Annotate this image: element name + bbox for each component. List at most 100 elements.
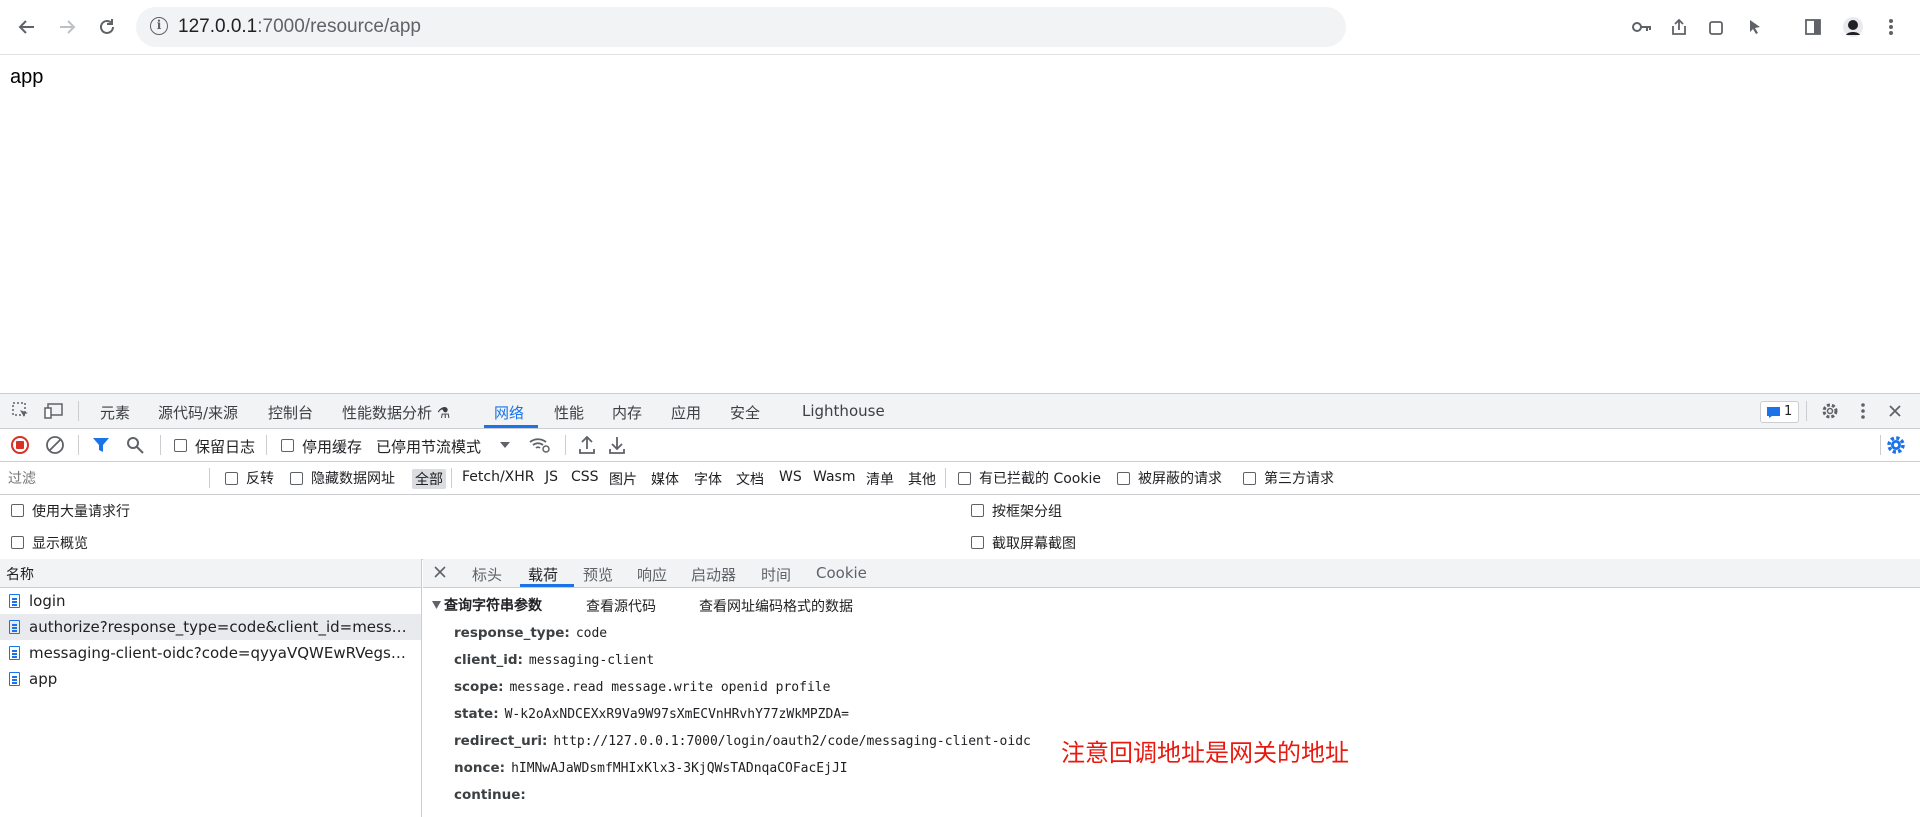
inspect-element-icon[interactable]: [12, 401, 30, 421]
tab-performance-insights[interactable]: 性能数据分析 ⚗: [342, 402, 450, 423]
tab-headers[interactable]: 标头: [472, 564, 502, 585]
issues-count: 1: [1784, 404, 1793, 419]
type-filter-css[interactable]: CSS: [571, 469, 599, 485]
param-value: hIMNwAJaWDsmfMHIxKlx3-3KjQWsTADnqaCOFacE…: [511, 761, 848, 776]
document-icon: [9, 620, 20, 634]
tab-sources[interactable]: 源代码/来源: [158, 402, 238, 423]
disable-cache-checkbox[interactable]: [281, 439, 294, 452]
type-filter-fetch-xhr[interactable]: Fetch/XHR: [462, 469, 535, 485]
profile-avatar[interactable]: [1842, 14, 1864, 40]
share-icon[interactable]: [1670, 14, 1688, 40]
query-params-section-header[interactable]: 查询字符串参数: [432, 595, 542, 615]
blocked-cookies-checkbox[interactable]: [958, 472, 971, 485]
tab-application[interactable]: 应用: [671, 402, 701, 423]
show-overview-checkbox[interactable]: [11, 536, 24, 549]
active-tab-indicator: [484, 425, 538, 428]
param-value: code: [575, 626, 608, 641]
tab-payload[interactable]: 载荷: [528, 564, 558, 585]
export-har-icon[interactable]: [608, 435, 626, 455]
device-toolbar-icon[interactable]: [44, 401, 64, 421]
type-filter-other[interactable]: 其他: [908, 469, 936, 489]
tab-console[interactable]: 控制台: [268, 402, 313, 423]
back-button[interactable]: [10, 10, 44, 44]
close-devtools-icon[interactable]: [1887, 401, 1903, 421]
third-party-checkbox[interactable]: [1243, 472, 1256, 485]
big-rows-checkbox[interactable]: [11, 504, 24, 517]
devtools-menu-icon[interactable]: [1860, 401, 1866, 421]
cursor-extension-icon[interactable]: [1746, 14, 1764, 40]
site-info-icon[interactable]: i: [150, 17, 168, 35]
url-host: 127.0.0.1: [178, 16, 258, 37]
close-details-icon[interactable]: [433, 565, 447, 583]
settings-gear-icon[interactable]: [1821, 401, 1839, 421]
tab-network[interactable]: 网络: [494, 402, 524, 423]
type-filter-manifest[interactable]: 清单: [866, 469, 894, 489]
view-source-link[interactable]: 查看源代码: [586, 596, 656, 616]
capture-screenshots-checkbox[interactable]: [971, 536, 984, 549]
tab-timing[interactable]: 时间: [761, 564, 791, 585]
document-icon: [9, 594, 20, 608]
type-filter-ws[interactable]: WS: [779, 469, 802, 485]
request-row[interactable]: messaging-client-oidc?code=qyyaVQWEwRVeg…: [0, 640, 421, 666]
tab-security[interactable]: 安全: [730, 402, 760, 423]
tab-cookies[interactable]: Cookie: [816, 564, 867, 582]
type-filter-media[interactable]: 媒体: [651, 469, 679, 489]
filter-icon[interactable]: [92, 435, 110, 455]
import-har-icon[interactable]: [578, 435, 596, 455]
tab-elements[interactable]: 元素: [100, 402, 130, 423]
type-filter-doc[interactable]: 文档: [736, 469, 764, 489]
type-filter-wasm[interactable]: Wasm: [813, 469, 855, 485]
devtools-tab-bar: 元素 源代码/来源 控制台 性能数据分析 ⚗ 网络 性能 内存 应用 安全 Li…: [0, 394, 1920, 429]
request-row[interactable]: login: [0, 588, 421, 614]
side-panel-icon[interactable]: [1804, 14, 1822, 40]
request-name: authorize?response_type=code&client_id=m…: [29, 618, 414, 636]
clear-icon[interactable]: [45, 435, 65, 455]
param-row: response_type: code: [454, 625, 607, 641]
chevron-down-icon[interactable]: [500, 435, 510, 455]
type-filter-js[interactable]: JS: [545, 469, 558, 485]
key-icon[interactable]: [1632, 14, 1652, 40]
filter-input[interactable]: [6, 467, 210, 491]
url-text[interactable]: 127.0.0.1:7000/resource/app: [178, 16, 421, 38]
tab-memory[interactable]: 内存: [612, 402, 642, 423]
preserve-log-label: 保留日志: [195, 438, 256, 456]
network-conditions-icon[interactable]: [529, 435, 551, 455]
view-url-encoded-link[interactable]: 查看网址编码格式的数据: [699, 596, 853, 616]
forward-button[interactable]: [50, 10, 84, 44]
search-icon[interactable]: [126, 435, 144, 455]
devtools-panel: 元素 源代码/来源 控制台 性能数据分析 ⚗ 网络 性能 内存 应用 安全 Li…: [0, 393, 1920, 817]
network-settings-gear-icon[interactable]: [1886, 435, 1906, 455]
tab-preview[interactable]: 预览: [583, 564, 613, 585]
type-filter-font[interactable]: 字体: [694, 469, 722, 489]
type-filter-all[interactable]: 全部: [412, 469, 446, 489]
param-row: redirect_uri: http://127.0.0.1:7000/login…: [454, 733, 1031, 749]
blocked-cookies-label: 有已拦截的 Cookie: [979, 471, 1101, 487]
stop-recording-icon[interactable]: [10, 435, 30, 455]
blocked-requests-checkbox[interactable]: [1117, 472, 1130, 485]
arrow-left-icon: [18, 20, 34, 34]
address-bar[interactable]: i 127.0.0.1:7000/resource/app: [136, 7, 1346, 47]
request-list-header[interactable]: 名称: [0, 559, 421, 588]
tab-lighthouse[interactable]: Lighthouse: [802, 402, 885, 420]
preserve-log-checkbox[interactable]: [174, 439, 187, 452]
request-row-selected[interactable]: authorize?response_type=code&client_id=m…: [0, 614, 421, 640]
type-filter-img[interactable]: 图片: [609, 469, 637, 489]
tab-initiator[interactable]: 启动器: [691, 564, 736, 585]
invert-checkbox[interactable]: [225, 472, 238, 485]
reload-button[interactable]: [90, 10, 124, 44]
extension-icon[interactable]: [1708, 14, 1726, 40]
param-row: state: W-k2oAxNDCEXxR9Va9W97sXmECVnHRvhY7…: [454, 706, 849, 722]
param-key: scope:: [454, 679, 504, 695]
throttling-select[interactable]: 已停用节流模式: [376, 436, 481, 457]
tab-performance[interactable]: 性能: [554, 402, 584, 423]
tab-response[interactable]: 响应: [637, 564, 667, 585]
param-key: redirect_uri:: [454, 733, 548, 749]
browser-menu-icon[interactable]: [1888, 14, 1894, 40]
param-row: nonce: hIMNwAJaWDsmfMHIxKlx3-3KjQWsTADnqa…: [454, 760, 848, 776]
hide-data-urls-checkbox[interactable]: [290, 472, 303, 485]
issues-counter[interactable]: 1: [1760, 401, 1800, 423]
group-by-frame-checkbox[interactable]: [971, 504, 984, 517]
request-row[interactable]: app: [0, 666, 421, 692]
page-body-text: app: [10, 66, 44, 88]
network-settings-pane: 使用大量请求行 显示概览 按框架分组 截取屏幕截图: [0, 495, 1920, 560]
